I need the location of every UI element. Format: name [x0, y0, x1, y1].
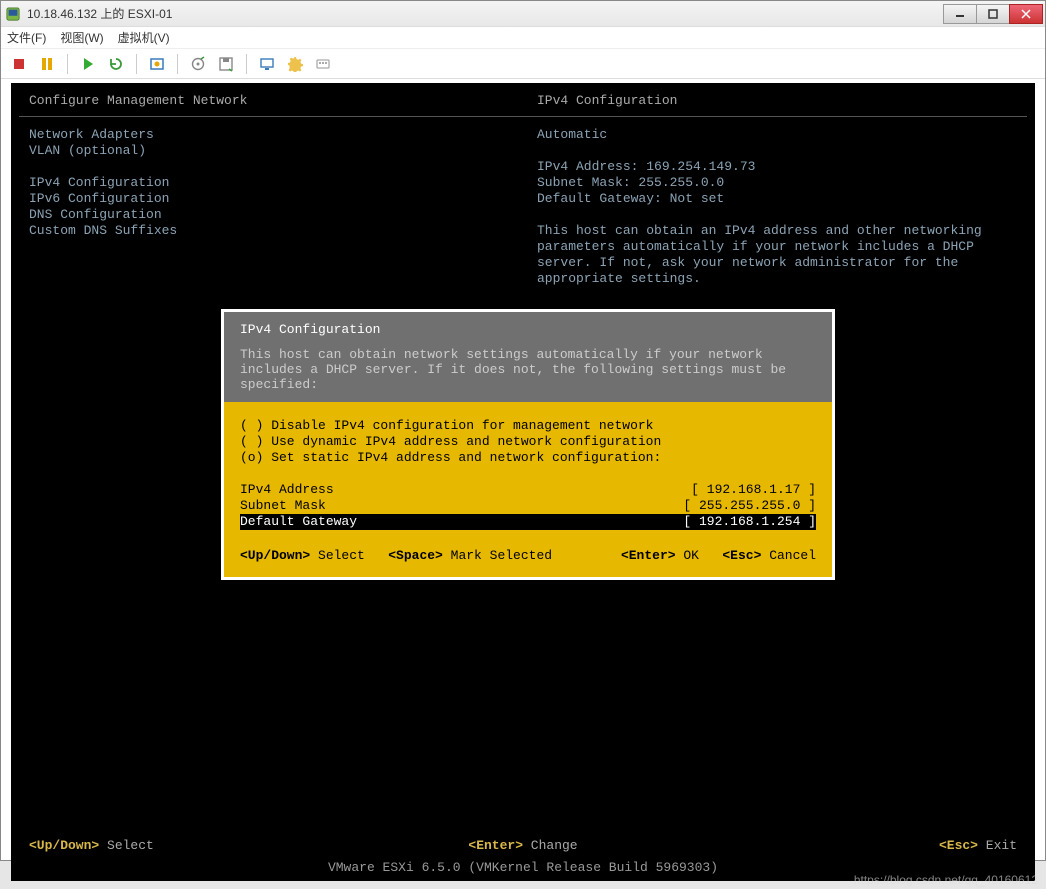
minimize-button[interactable] — [943, 4, 977, 24]
menubar: 文件(F) 视图(W) 虚拟机(V) — [1, 27, 1045, 49]
key-hint-updown: <Up/Down> — [240, 548, 310, 563]
key-hint-updown: <Up/Down> — [29, 838, 99, 853]
close-button[interactable] — [1009, 4, 1043, 24]
field-label: Default Gateway — [240, 514, 683, 530]
key-hint-label: Change — [523, 838, 578, 853]
play-button[interactable] — [76, 52, 100, 76]
detail-auto: Automatic — [537, 127, 1017, 143]
key-hint-esc: <Esc> — [939, 838, 978, 853]
menu-item-dns-suffixes[interactable]: Custom DNS Suffixes — [29, 223, 537, 239]
toolbar — [1, 49, 1045, 79]
toolbar-separator — [177, 54, 178, 74]
detail-desc-line: server. If not, ask your network adminis… — [537, 255, 1017, 271]
menu-vm[interactable]: 虚拟机(V) — [118, 29, 170, 46]
field-label: IPv4 Address — [240, 482, 691, 498]
menu-item-network-adapters[interactable]: Network Adapters — [29, 127, 537, 143]
dialog-header: IPv4 Configuration This host can obtain … — [224, 312, 832, 402]
dialog-desc-line: specified: — [240, 377, 816, 392]
detail-subnet-mask: Subnet Mask: 255.255.0.0 — [537, 175, 1017, 191]
dialog-title: IPv4 Configuration — [240, 322, 816, 337]
detail-desc-line: appropriate settings. — [537, 271, 1017, 287]
field-value[interactable]: [ 192.168.1.17 ] — [691, 482, 816, 498]
toolbar-separator — [136, 54, 137, 74]
connect-floppy-button[interactable] — [214, 52, 238, 76]
menu-view[interactable]: 视图(W) — [60, 29, 103, 46]
option-static-ipv4[interactable]: (o) Set static IPv4 address and network … — [240, 450, 816, 466]
connect-cd-button[interactable] — [186, 52, 210, 76]
detail-default-gateway: Default Gateway: Not set — [537, 191, 1017, 207]
menu-list: Network Adapters VLAN (optional) IPv4 Co… — [29, 127, 537, 287]
option-dynamic-ipv4[interactable]: ( ) Use dynamic IPv4 address and network… — [240, 434, 816, 450]
pause-button[interactable] — [35, 52, 59, 76]
window-title: 10.18.46.132 上的 ESXI-01 — [27, 5, 944, 22]
key-hint-label: OK — [676, 548, 699, 563]
app-icon — [5, 6, 21, 22]
console-button[interactable] — [255, 52, 279, 76]
menu-item-dns[interactable]: DNS Configuration — [29, 207, 537, 223]
key-hint-label: Select — [310, 548, 365, 563]
snapshot-button[interactable] — [145, 52, 169, 76]
dialog-footer: <Up/Down> Select <Space> Mark Selected <… — [224, 548, 832, 577]
console-bottom-bar: <Up/Down> Select <Enter> Change <Esc> Ex… — [11, 838, 1035, 853]
toolbar-separator — [246, 54, 247, 74]
window-buttons — [944, 4, 1043, 24]
field-value[interactable]: [ 192.168.1.254 ] — [683, 514, 816, 530]
dialog-desc-line: includes a DHCP server. If it does not, … — [240, 362, 816, 377]
key-hint-label: Select — [99, 838, 154, 853]
stop-button[interactable] — [7, 52, 31, 76]
menu-item-ipv4[interactable]: IPv4 Configuration — [29, 175, 537, 191]
option-disable-ipv4[interactable]: ( ) Disable IPv4 configuration for manag… — [240, 418, 816, 434]
key-hint-label: Exit — [978, 838, 1017, 853]
vm-console[interactable]: Configure Management Network IPv4 Config… — [11, 83, 1035, 881]
field-label: Subnet Mask — [240, 498, 683, 514]
key-hint-space: <Space> — [388, 548, 443, 563]
header-right: IPv4 Configuration — [537, 93, 1017, 108]
maximize-button[interactable] — [976, 4, 1010, 24]
detail-desc-line: This host can obtain an IPv4 address and… — [537, 223, 1017, 239]
toolbar-separator — [67, 54, 68, 74]
field-value[interactable]: [ 255.255.255.0 ] — [683, 498, 816, 514]
detail-ipv4-address: IPv4 Address: 169.254.149.73 — [537, 159, 1017, 175]
dialog-desc-line: This host can obtain network settings au… — [240, 347, 816, 362]
menu-file[interactable]: 文件(F) — [7, 29, 46, 46]
detail-panel: Automatic IPv4 Address: 169.254.149.73 S… — [537, 127, 1017, 287]
header-divider — [19, 116, 1027, 117]
field-default-gateway[interactable]: Default Gateway [ 192.168.1.254 ] — [240, 514, 816, 530]
watermark: https://blog.csdn.net/qq_40160612 — [854, 873, 1038, 887]
key-hint-label: Mark Selected — [443, 548, 552, 563]
app-window: 10.18.46.132 上的 ESXI-01 文件(F) 视图(W) 虚拟机(… — [0, 0, 1046, 861]
key-hint-enter: <Enter> — [468, 838, 523, 853]
field-subnet-mask[interactable]: Subnet Mask [ 255.255.255.0 ] — [240, 498, 816, 514]
settings-button[interactable] — [283, 52, 307, 76]
detail-desc-line: parameters automatically if your network… — [537, 239, 1017, 255]
field-ipv4-address[interactable]: IPv4 Address [ 192.168.1.17 ] — [240, 482, 816, 498]
menu-item-vlan[interactable]: VLAN (optional) — [29, 143, 537, 159]
ipv4-config-dialog: IPv4 Configuration This host can obtain … — [221, 309, 835, 580]
key-hint-esc: <Esc> — [722, 548, 761, 563]
dialog-body: ( ) Disable IPv4 configuration for manag… — [224, 402, 832, 548]
key-hint-label: Cancel — [761, 548, 816, 563]
titlebar: 10.18.46.132 上的 ESXI-01 — [1, 1, 1045, 27]
menu-item-ipv6[interactable]: IPv6 Configuration — [29, 191, 537, 207]
refresh-button[interactable] — [104, 52, 128, 76]
key-hint-enter: <Enter> — [621, 548, 676, 563]
header-left: Configure Management Network — [29, 93, 537, 108]
ctrl-alt-del-button[interactable] — [311, 52, 335, 76]
